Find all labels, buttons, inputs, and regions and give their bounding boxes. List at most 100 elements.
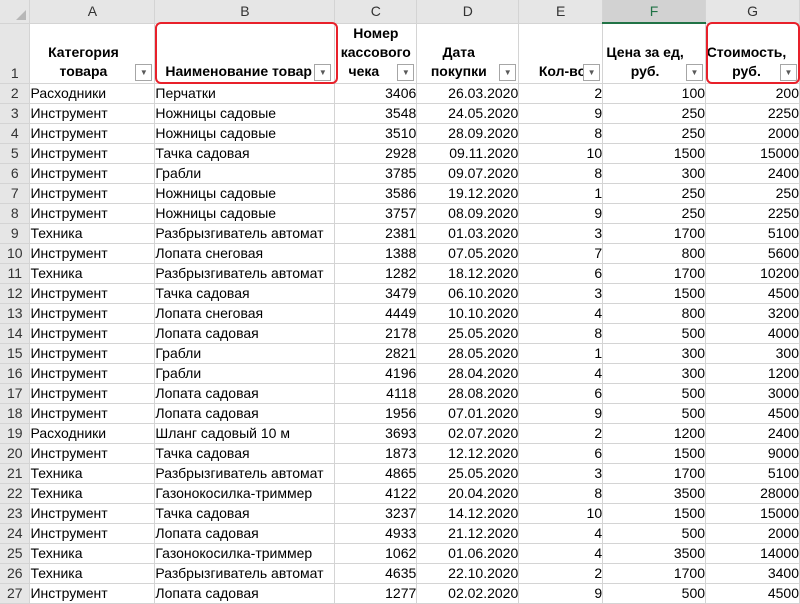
cell-total-cost[interactable]: 2000 xyxy=(705,123,800,144)
column-header-g[interactable]: G xyxy=(705,0,800,24)
cell-purchase-date[interactable]: 02.07.2020 xyxy=(416,423,520,444)
cell-quantity[interactable]: 2 xyxy=(518,83,604,104)
cell-receipt-number[interactable]: 1282 xyxy=(334,263,418,284)
cell-total-cost[interactable]: 5100 xyxy=(705,463,800,484)
cell-receipt-number[interactable]: 4122 xyxy=(334,483,418,504)
row-header[interactable]: 20 xyxy=(0,443,31,464)
column-header-f[interactable]: F xyxy=(602,0,707,24)
cell-unit-price[interactable]: 1700 xyxy=(602,223,707,244)
row-header[interactable]: 15 xyxy=(0,343,31,364)
row-header[interactable]: 16 xyxy=(0,363,31,384)
row-header[interactable]: 7 xyxy=(0,183,31,204)
cell-total-cost[interactable]: 5100 xyxy=(705,223,800,244)
cell-quantity[interactable]: 1 xyxy=(518,183,604,204)
cell-quantity[interactable]: 3 xyxy=(518,283,604,304)
row-header[interactable]: 11 xyxy=(0,263,31,284)
cell-category[interactable]: Инструмент xyxy=(29,503,156,524)
cell-unit-price[interactable]: 1500 xyxy=(602,143,707,164)
cell-receipt-number[interactable]: 4196 xyxy=(334,363,418,384)
cell-unit-price[interactable]: 3500 xyxy=(602,543,707,564)
cell-purchase-date[interactable]: 28.09.2020 xyxy=(416,123,520,144)
cell-receipt-number[interactable]: 1873 xyxy=(334,443,418,464)
cell-unit-price[interactable]: 1700 xyxy=(602,263,707,284)
cell-category[interactable]: Инструмент xyxy=(29,243,156,264)
cell-quantity[interactable]: 3 xyxy=(518,223,604,244)
cell-unit-price[interactable]: 1700 xyxy=(602,563,707,584)
column-header-b[interactable]: B xyxy=(154,0,336,24)
cell-total-cost[interactable]: 14000 xyxy=(705,543,800,564)
cell-category[interactable]: Инструмент xyxy=(29,103,156,124)
cell-total-cost[interactable]: 200 xyxy=(705,83,800,104)
cell-total-cost[interactable]: 3400 xyxy=(705,563,800,584)
cell-total-cost[interactable]: 2400 xyxy=(705,163,800,184)
column-header-e[interactable]: E xyxy=(518,0,604,24)
cell-total-cost[interactable]: 4500 xyxy=(705,283,800,304)
header-cell-receipt-number[interactable]: Номер кассового чека ▼ xyxy=(334,23,418,84)
cell-receipt-number[interactable]: 3510 xyxy=(334,123,418,144)
cell-receipt-number[interactable]: 3586 xyxy=(334,183,418,204)
cell-purchase-date[interactable]: 25.05.2020 xyxy=(416,463,520,484)
cell-receipt-number[interactable]: 3548 xyxy=(334,103,418,124)
cell-total-cost[interactable]: 15000 xyxy=(705,143,800,164)
cell-unit-price[interactable]: 250 xyxy=(602,123,707,144)
cell-quantity[interactable]: 8 xyxy=(518,323,604,344)
cell-receipt-number[interactable]: 4635 xyxy=(334,563,418,584)
cell-receipt-number[interactable]: 2178 xyxy=(334,323,418,344)
cell-unit-price[interactable]: 500 xyxy=(602,323,707,344)
cell-category[interactable]: Инструмент xyxy=(29,303,156,324)
column-header-a[interactable]: A xyxy=(29,0,156,24)
filter-dropdown-icon[interactable]: ▼ xyxy=(135,64,153,81)
row-header[interactable]: 9 xyxy=(0,223,31,244)
row-header[interactable]: 19 xyxy=(0,423,31,444)
cell-unit-price[interactable]: 250 xyxy=(602,183,707,204)
cell-receipt-number[interactable]: 4118 xyxy=(334,383,418,404)
cell-product-name[interactable]: Перчатки xyxy=(154,83,336,104)
cell-category[interactable]: Инструмент xyxy=(29,363,156,384)
cell-purchase-date[interactable]: 07.01.2020 xyxy=(416,403,520,424)
cell-receipt-number[interactable]: 2381 xyxy=(334,223,418,244)
cell-quantity[interactable]: 6 xyxy=(518,383,604,404)
cell-quantity[interactable]: 3 xyxy=(518,463,604,484)
row-header[interactable]: 18 xyxy=(0,403,31,424)
cell-category[interactable]: Техника xyxy=(29,263,156,284)
cell-receipt-number[interactable]: 4933 xyxy=(334,523,418,544)
cell-total-cost[interactable]: 5600 xyxy=(705,243,800,264)
filter-dropdown-icon[interactable]: ▼ xyxy=(499,64,517,81)
cell-total-cost[interactable]: 1200 xyxy=(705,363,800,384)
cell-receipt-number[interactable]: 2928 xyxy=(334,143,418,164)
cell-purchase-date[interactable]: 28.08.2020 xyxy=(416,383,520,404)
cell-unit-price[interactable]: 500 xyxy=(602,523,707,544)
cell-category[interactable]: Инструмент xyxy=(29,143,156,164)
row-header[interactable]: 10 xyxy=(0,243,31,264)
cell-total-cost[interactable]: 2400 xyxy=(705,423,800,444)
cell-receipt-number[interactable]: 1277 xyxy=(334,583,418,604)
cell-total-cost[interactable]: 4000 xyxy=(705,323,800,344)
cell-purchase-date[interactable]: 06.10.2020 xyxy=(416,283,520,304)
cell-category[interactable]: Инструмент xyxy=(29,163,156,184)
row-header[interactable]: 13 xyxy=(0,303,31,324)
cell-product-name[interactable]: Тачка садовая xyxy=(154,283,336,304)
cell-purchase-date[interactable]: 20.04.2020 xyxy=(416,483,520,504)
cell-purchase-date[interactable]: 21.12.2020 xyxy=(416,523,520,544)
cell-purchase-date[interactable]: 01.06.2020 xyxy=(416,543,520,564)
cell-product-name[interactable]: Грабли xyxy=(154,363,336,384)
cell-receipt-number[interactable]: 1388 xyxy=(334,243,418,264)
cell-category[interactable]: Инструмент xyxy=(29,523,156,544)
cell-unit-price[interactable]: 300 xyxy=(602,363,707,384)
cell-category[interactable]: Инструмент xyxy=(29,443,156,464)
header-cell-product-name[interactable]: Наименование товар ▼ xyxy=(154,23,336,84)
cell-purchase-date[interactable]: 01.03.2020 xyxy=(416,223,520,244)
cell-total-cost[interactable]: 2250 xyxy=(705,103,800,124)
cell-unit-price[interactable]: 500 xyxy=(602,583,707,604)
cell-category[interactable]: Техника xyxy=(29,483,156,504)
cell-quantity[interactable]: 4 xyxy=(518,523,604,544)
cell-quantity[interactable]: 8 xyxy=(518,163,604,184)
filter-dropdown-icon[interactable]: ▼ xyxy=(314,64,332,81)
cell-unit-price[interactable]: 300 xyxy=(602,163,707,184)
cell-product-name[interactable]: Грабли xyxy=(154,343,336,364)
cell-category[interactable]: Инструмент xyxy=(29,403,156,424)
row-header[interactable]: 2 xyxy=(0,83,31,104)
cell-total-cost[interactable]: 3000 xyxy=(705,383,800,404)
cell-category[interactable]: Техника xyxy=(29,223,156,244)
cell-product-name[interactable]: Тачка садовая xyxy=(154,443,336,464)
